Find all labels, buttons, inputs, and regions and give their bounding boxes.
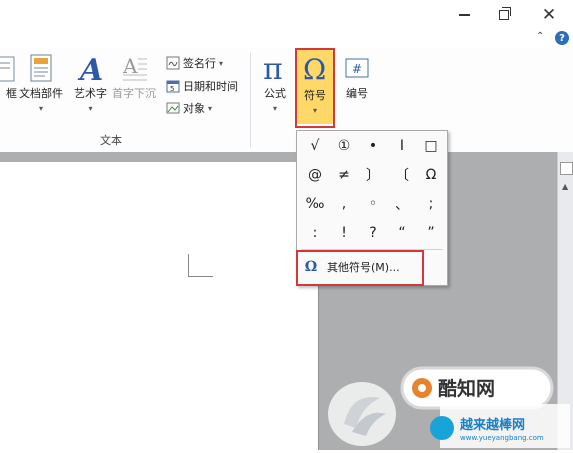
number-icon: # [345, 58, 369, 78]
textbox-button[interactable]: 框 [0, 53, 17, 101]
more-symbols-highlight-box [296, 250, 424, 286]
title-bar: ✕ ⌃ ? [0, 0, 573, 48]
help-icon[interactable]: ? [555, 31, 569, 45]
svg-text:A: A [77, 53, 103, 83]
collapse-ribbon-icon[interactable]: ⌃ [536, 31, 544, 42]
textbox-icon [0, 56, 14, 82]
symbol-cell[interactable]: 〕 [359, 162, 387, 188]
minimize-button[interactable] [448, 2, 480, 28]
close-button[interactable]: ✕ [533, 2, 565, 28]
watermark-site-name: 越来越棒网 [460, 418, 526, 433]
svg-text:A: A [122, 54, 138, 78]
symbol-cell[interactable]: ◦ [359, 191, 387, 217]
textbox-label: 框 [6, 87, 17, 100]
wordart-button[interactable]: A 艺术字 ▾ [74, 53, 107, 113]
number-button[interactable]: # 编号 [342, 53, 372, 101]
wordart-icon: A [77, 53, 103, 83]
symbol-cell[interactable]: √ [301, 133, 329, 159]
watermark-site-url: www.yueyangbang.com [460, 434, 544, 442]
symbol-cell[interactable]: @ [301, 162, 329, 188]
formula-label: 公式 [264, 87, 286, 100]
doc-parts-button[interactable]: 文档部件 ▾ [19, 53, 63, 113]
object-label: 对象 [183, 102, 205, 115]
formula-button[interactable]: π 公式 ▾ [260, 53, 290, 113]
minimize-icon [458, 14, 470, 16]
object-button[interactable]: 对象 ▾ [166, 100, 212, 116]
symbol-highlight-box [295, 48, 335, 128]
pi-icon: π [263, 53, 283, 83]
symbol-cell[interactable]: , [330, 191, 358, 217]
date-time-button[interactable]: 5 日期和时间 [166, 78, 238, 94]
symbol-cell[interactable]: □ [417, 133, 445, 159]
symbol-cell[interactable]: I [388, 133, 416, 159]
text-group-label: 文本 [100, 134, 122, 147]
watermark: 酷知网 越来越棒网 www.yueyangbang.com [322, 362, 573, 450]
number-label: 编号 [346, 87, 368, 100]
symbol-cell[interactable]: ‰ [301, 191, 329, 217]
symbol-cell[interactable]: : [301, 220, 329, 246]
object-dropdown-icon: ▾ [208, 103, 213, 113]
page-margin-marker [188, 254, 213, 277]
symbol-cell[interactable]: ; [417, 191, 445, 217]
object-icon [166, 102, 180, 114]
symbol-cell[interactable]: ” [417, 220, 445, 246]
drop-cap-button[interactable]: A 首字下沉 [112, 53, 156, 101]
group-separator [250, 52, 251, 148]
signature-line-label: 签名行 [183, 57, 216, 70]
document-page[interactable] [0, 162, 319, 450]
signature-line-button[interactable]: 签名行 ▾ [166, 55, 223, 71]
svg-text:π: π [263, 53, 283, 83]
ribbon: 框 文档部件 ▾ A 艺术字 ▾ A 首字下沉 签名行 ▾ 5 日期和时间 对象… [0, 48, 573, 153]
signature-dropdown-icon: ▾ [219, 58, 224, 68]
symbol-cell[interactable]: “ [388, 220, 416, 246]
scroll-up-icon[interactable]: ▲ [562, 182, 568, 191]
drop-cap-icon: A [122, 54, 147, 81]
watermark-brand: 酷知网 [438, 378, 496, 400]
symbol-cell[interactable]: Ω [417, 162, 445, 188]
restore-icon [499, 7, 511, 20]
close-icon: ✕ [541, 4, 557, 25]
svg-text:5: 5 [170, 85, 174, 93]
wordart-label: 艺术字 [74, 87, 107, 100]
restore-button[interactable] [488, 2, 520, 28]
symbol-cell[interactable]: 〔 [388, 162, 416, 188]
symbol-cell[interactable]: ? [359, 220, 387, 246]
symbol-cell[interactable]: ! [330, 220, 358, 246]
doc-parts-dropdown-icon: ▾ [38, 104, 43, 113]
drop-cap-label: 首字下沉 [112, 87, 156, 100]
svg-text:#: # [352, 62, 362, 76]
symbol-cell[interactable]: • [359, 133, 387, 159]
formula-dropdown-icon: ▾ [272, 104, 277, 113]
doc-parts-label: 文档部件 [19, 87, 63, 100]
calendar-icon: 5 [166, 80, 180, 93]
signature-icon [166, 56, 180, 70]
symbol-cell[interactable]: ≠ [330, 162, 358, 188]
symbol-cell[interactable]: ① [330, 133, 358, 159]
symbol-cell[interactable]: 、 [388, 191, 416, 217]
ruler-toggle-icon[interactable] [560, 162, 573, 175]
date-time-label: 日期和时间 [183, 80, 238, 93]
doc-parts-icon [30, 54, 52, 82]
wordart-dropdown-icon: ▾ [88, 104, 93, 113]
